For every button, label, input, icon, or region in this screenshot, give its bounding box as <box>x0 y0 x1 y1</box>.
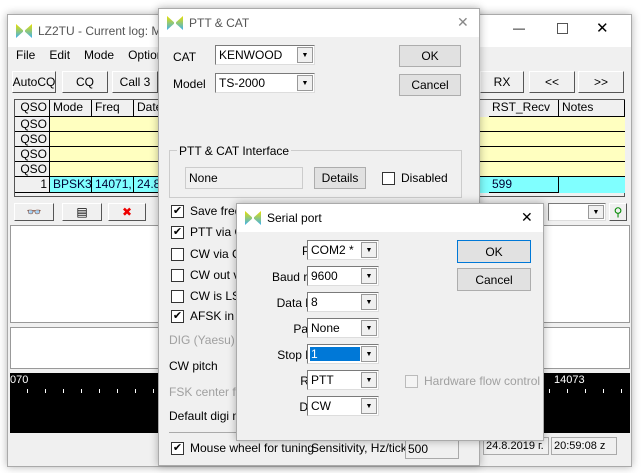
parity-value: None <box>311 321 340 335</box>
details-button[interactable]: Details <box>314 167 366 189</box>
close-icon[interactable]: ✕ <box>457 14 469 31</box>
menu-file[interactable]: File <box>16 47 35 63</box>
stop-bits-value: 1 <box>310 347 360 361</box>
mouse-wheel-checkbox[interactable]: ✔ Mouse wheel for tuning <box>171 441 314 455</box>
search-button[interactable]: ⚲ <box>609 203 627 221</box>
cell-freq: 14071, <box>92 177 134 193</box>
model-label: Model <box>173 77 206 91</box>
baud-value: 9600 <box>311 269 338 283</box>
search-icon: ⚲ <box>613 205 623 219</box>
chevron-down-icon: ▼ <box>297 75 313 91</box>
cw-pitch-label: CW pitch <box>169 359 218 373</box>
mouse-wheel-label: Mouse wheel for tuning <box>190 441 315 455</box>
row-label: QSO <box>15 132 50 147</box>
checkbox-ptt-via-cat[interactable]: ✔ PTT via C <box>171 225 243 239</box>
data-bits-value: 8 <box>311 295 318 309</box>
serial-cancel-button[interactable]: Cancel <box>457 268 531 291</box>
lookup-button[interactable]: 👓 <box>14 203 54 221</box>
next-button[interactable]: >> <box>578 71 624 93</box>
serial-port-dialog: Serial port ✕ Port COM2 *▼ Baud rate 960… <box>236 203 544 441</box>
waterfall-freq-right: 14073 <box>554 374 585 386</box>
rts-select[interactable]: PTT ▼ <box>307 370 379 390</box>
delete-button[interactable]: ✖ <box>108 203 146 221</box>
minimize-icon[interactable]: — <box>513 21 525 35</box>
dtr-select[interactable]: CW ▼ <box>307 396 379 416</box>
cat-value: KENWOOD <box>219 48 283 62</box>
sensitivity-label: Sensitivity, Hz/tick <box>311 441 407 455</box>
menu-bar: File Edit Mode Option <box>16 47 163 63</box>
cat-label: CAT <box>173 50 197 64</box>
chevron-down-icon: ▼ <box>361 320 377 336</box>
header-rst-recv: RST_Recv <box>489 100 559 117</box>
cell-mode: BPSK3 <box>50 177 92 193</box>
rx-button[interactable]: RX <box>480 71 524 93</box>
model-value: TS-2000 <box>219 76 266 90</box>
rts-value: PTT <box>311 373 334 387</box>
call-combo[interactable]: ▼ <box>548 203 606 221</box>
prev-button[interactable]: << <box>529 71 575 93</box>
menu-mode[interactable]: Mode <box>84 47 114 63</box>
close-icon[interactable]: ✕ <box>521 209 533 226</box>
main-title: LZ2TU - Current log: M <box>38 24 162 38</box>
call3-button[interactable]: Call 3 <box>112 71 158 93</box>
sensitivity-input[interactable]: 500 <box>405 439 459 459</box>
app-logo-icon <box>245 211 261 225</box>
chevron-down-icon: ▼ <box>361 398 377 414</box>
autocq-button[interactable]: AutoCQ <box>12 71 56 93</box>
maximize-icon[interactable] <box>557 23 568 34</box>
glasses-icon: 👓 <box>26 205 42 219</box>
chevron-down-icon: ▼ <box>361 294 377 310</box>
header-mode: Mode <box>50 100 92 117</box>
chevron-down-icon: ▼ <box>297 47 313 63</box>
waterfall-freq-left: 070 <box>10 374 29 386</box>
header-freq: Freq <box>92 100 134 117</box>
chevron-down-icon: ▼ <box>361 268 377 284</box>
row-label: QSO <box>15 117 50 132</box>
edit-button[interactable]: ▤ <box>62 203 102 221</box>
serial-title-bar: Serial port ✕ <box>237 204 543 232</box>
app-logo-icon <box>167 16 183 30</box>
chevron-down-icon: ▼ <box>361 372 377 388</box>
dtr-value: CW <box>311 399 331 413</box>
interface-field: None <box>185 167 303 189</box>
disabled-checkbox[interactable]: Disabled <box>382 171 448 185</box>
ptt-title-bar: PTT & CAT ✕ <box>159 9 479 37</box>
form-icon: ▤ <box>76 205 88 219</box>
row-label: QSO <box>15 162 50 177</box>
row-label: QSO <box>15 147 50 162</box>
app-logo-icon <box>16 24 32 38</box>
ok-button[interactable]: OK <box>399 45 461 67</box>
interface-group-label: PTT & CAT Interface <box>177 144 292 158</box>
header-notes: Notes <box>559 100 625 117</box>
stop-bits-select[interactable]: 1 ▼ <box>307 344 379 364</box>
chevron-down-icon: ▼ <box>361 242 377 258</box>
status-time: 20:59:08 z <box>551 437 617 455</box>
serial-ok-button[interactable]: OK <box>457 240 531 263</box>
parity-select[interactable]: None ▼ <box>307 318 379 338</box>
hardware-flow-label: Hardware flow control <box>424 374 541 388</box>
baud-select[interactable]: 9600 ▼ <box>307 266 379 286</box>
port-value: COM2 * <box>311 243 354 257</box>
disabled-label: Disabled <box>401 171 448 185</box>
close-icon[interactable]: ✕ <box>596 19 609 37</box>
hardware-flow-checkbox[interactable]: Hardware flow control <box>405 374 540 388</box>
chevron-down-icon: ▼ <box>361 346 377 362</box>
row-number: 1 <box>15 177 50 193</box>
data-bits-select[interactable]: 8 ▼ <box>307 292 379 312</box>
ptt-title: PTT & CAT <box>189 16 250 30</box>
cell-rst: 599 <box>489 177 559 193</box>
header-qso: QSO <box>15 100 50 117</box>
cq-button[interactable]: CQ <box>62 71 108 93</box>
cat-select[interactable]: KENWOOD ▼ <box>215 45 315 65</box>
cancel-button[interactable]: Cancel <box>399 74 461 96</box>
model-select[interactable]: TS-2000 ▼ <box>215 73 315 93</box>
fsk-center-label: FSK center fq <box>169 385 243 399</box>
port-select[interactable]: COM2 * ▼ <box>307 240 379 260</box>
x-icon: ✖ <box>121 205 133 219</box>
serial-title: Serial port <box>267 211 322 225</box>
menu-edit[interactable]: Edit <box>49 47 70 63</box>
